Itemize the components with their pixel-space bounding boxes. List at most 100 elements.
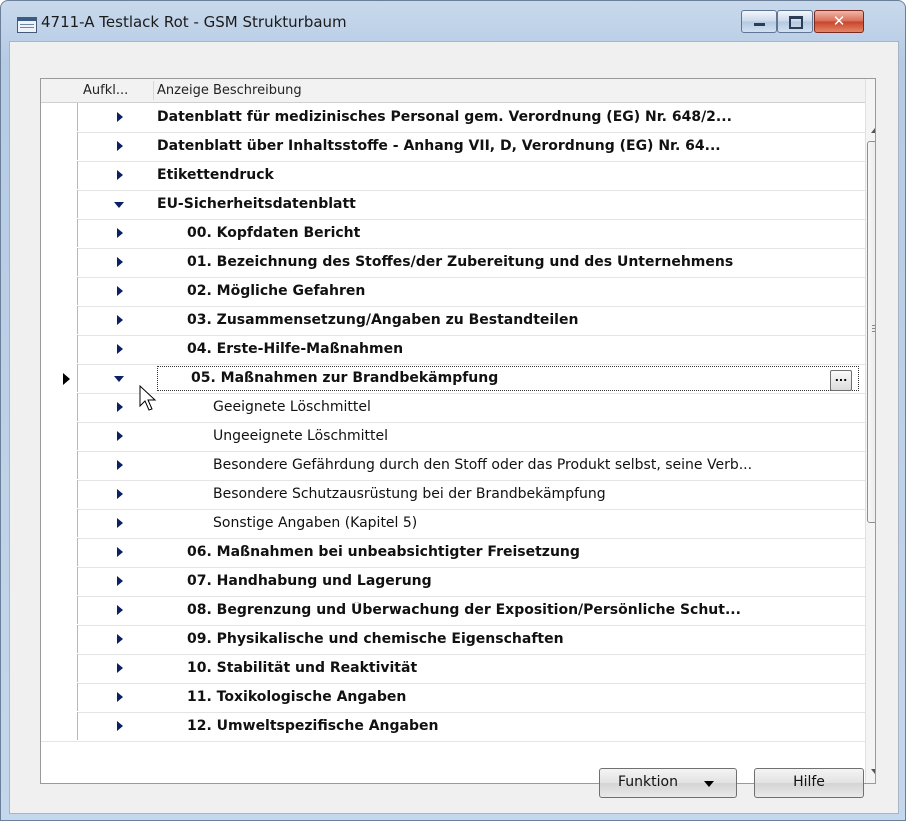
- collapsed-triangle-icon[interactable]: [117, 315, 123, 325]
- collapsed-triangle-icon[interactable]: [117, 634, 123, 644]
- row-selector-cell[interactable]: [41, 538, 78, 566]
- row-selector-cell[interactable]: [41, 480, 78, 508]
- hilfe-button[interactable]: Hilfe: [754, 768, 864, 798]
- app-window: 4711-A Testlack Rot - GSM Strukturbaum ✕…: [0, 0, 906, 821]
- tree-row[interactable]: 06. Maßnahmen bei unbeabsichtigter Freis…: [41, 538, 865, 568]
- collapsed-triangle-icon[interactable]: [117, 547, 123, 557]
- column-header-description[interactable]: Anzeige Beschreibung: [157, 83, 302, 98]
- title-bar[interactable]: 4711-A Testlack Rot - GSM Strukturbaum ✕: [1, 1, 905, 41]
- grip-line: [872, 328, 875, 329]
- tree-row[interactable]: 09. Physikalische und chemische Eigensch…: [41, 625, 865, 655]
- row-description: Geeignete Löschmittel: [213, 399, 371, 415]
- collapsed-triangle-icon[interactable]: [117, 141, 123, 151]
- collapsed-triangle-icon[interactable]: [117, 692, 123, 702]
- column-divider[interactable]: [153, 81, 154, 100]
- collapsed-triangle-icon[interactable]: [117, 489, 123, 499]
- row-selector-cell[interactable]: [41, 219, 78, 247]
- tree-row[interactable]: 04. Erste-Hilfe-Maßnahmen: [41, 335, 865, 365]
- row-description: 04. Erste-Hilfe-Maßnahmen: [187, 341, 404, 357]
- row-selector-cell[interactable]: [41, 306, 78, 334]
- minimize-icon: [754, 23, 765, 26]
- row-selector-cell[interactable]: [41, 103, 78, 131]
- collapsed-triangle-icon[interactable]: [117, 605, 123, 615]
- structure-tree-grid[interactable]: Aufkl... Anzeige Beschreibung Datenblatt…: [40, 78, 876, 784]
- row-selector-cell[interactable]: [41, 625, 78, 653]
- row-selector-cell[interactable]: [41, 277, 78, 305]
- row-description: 09. Physikalische und chemische Eigensch…: [187, 631, 564, 647]
- expanded-triangle-icon[interactable]: [114, 376, 124, 382]
- row-description: Besondere Schutzausrüstung bei der Brand…: [213, 486, 606, 502]
- scrollbar-thumb[interactable]: [867, 141, 875, 523]
- row-description: 06. Maßnahmen bei unbeabsichtigter Freis…: [187, 544, 580, 560]
- row-selector-cell[interactable]: [41, 451, 78, 479]
- close-button[interactable]: ✕: [814, 10, 864, 33]
- collapsed-triangle-icon[interactable]: [117, 721, 123, 731]
- row-selector-cell[interactable]: [41, 335, 78, 363]
- tree-row[interactable]: 11. Toxikologische Angaben: [41, 683, 865, 713]
- tree-row[interactable]: ... 05. Maßnahmen zur Brandbekämpfung: [41, 364, 865, 394]
- collapsed-triangle-icon[interactable]: [117, 170, 123, 180]
- scroll-up-arrow-icon[interactable]: [871, 128, 875, 133]
- expanded-triangle-icon[interactable]: [114, 202, 124, 208]
- row-selector-cell[interactable]: [41, 654, 78, 682]
- funktion-button-label: Funktion: [618, 774, 678, 790]
- collapsed-triangle-icon[interactable]: [117, 257, 123, 267]
- tree-row[interactable]: Besondere Schutzausrüstung bei der Brand…: [41, 480, 865, 510]
- collapsed-triangle-icon[interactable]: [117, 344, 123, 354]
- collapsed-triangle-icon[interactable]: [117, 112, 123, 122]
- row-selector-cell[interactable]: [41, 393, 78, 421]
- content-panel: Aufkl... Anzeige Beschreibung Datenblatt…: [9, 41, 899, 814]
- tree-row[interactable]: Datenblatt über Inhaltsstoffe - Anhang V…: [41, 132, 865, 162]
- collapsed-triangle-icon[interactable]: [117, 663, 123, 673]
- column-header-expand[interactable]: Aufkl...: [83, 83, 128, 98]
- row-description: 10. Stabilität und Reaktivität: [187, 660, 418, 676]
- row-selector-cell[interactable]: [41, 364, 78, 392]
- row-selector-cell[interactable]: [41, 248, 78, 276]
- scroll-down-arrow-icon[interactable]: [871, 769, 875, 774]
- dropdown-arrow-icon: [704, 781, 714, 787]
- maximize-button[interactable]: [777, 10, 813, 33]
- grip-line: [872, 331, 875, 332]
- tree-row[interactable]: Datenblatt für medizinisches Personal ge…: [41, 103, 865, 133]
- minimize-button[interactable]: [741, 10, 777, 33]
- tree-row[interactable]: 02. Mögliche Gefahren: [41, 277, 865, 307]
- vertical-scrollbar[interactable]: [865, 79, 875, 783]
- tree-row[interactable]: 00. Kopfdaten Bericht: [41, 219, 865, 249]
- row-selector-cell[interactable]: [41, 161, 78, 189]
- tree-row[interactable]: 01. Bezeichnung des Stoffes/der Zubereit…: [41, 248, 865, 278]
- tree-row[interactable]: 08. Begrenzung und Überwachung der Expos…: [41, 596, 865, 626]
- tree-row[interactable]: 07. Handhabung und Lagerung: [41, 567, 865, 597]
- row-description: 11. Toxikologische Angaben: [187, 689, 407, 705]
- tree-row[interactable]: 12. Umweltspezifische Angaben: [41, 712, 865, 742]
- tree-row[interactable]: EU-Sicherheitsdatenblatt: [41, 190, 865, 220]
- row-selector-cell[interactable]: [41, 190, 78, 218]
- collapsed-triangle-icon[interactable]: [117, 431, 123, 441]
- funktion-dropdown-button[interactable]: Funktion: [599, 768, 737, 798]
- collapsed-triangle-icon[interactable]: [117, 402, 123, 412]
- tree-row[interactable]: Etikettendruck: [41, 161, 865, 191]
- collapsed-triangle-icon[interactable]: [117, 518, 123, 528]
- row-selector-cell[interactable]: [41, 422, 78, 450]
- row-selector-cell[interactable]: [41, 683, 78, 711]
- current-row-indicator-icon: [63, 373, 70, 385]
- collapsed-triangle-icon[interactable]: [117, 228, 123, 238]
- row-selector-cell[interactable]: [41, 509, 78, 537]
- row-selector-cell[interactable]: [41, 567, 78, 595]
- row-selector-cell[interactable]: [41, 596, 78, 624]
- ellipsis-button[interactable]: ...: [830, 370, 852, 391]
- row-description: Datenblatt über Inhaltsstoffe - Anhang V…: [157, 138, 721, 154]
- tree-row[interactable]: Sonstige Angaben (Kapitel 5): [41, 509, 865, 539]
- tree-row[interactable]: Ungeeignete Löschmittel: [41, 422, 865, 452]
- collapsed-triangle-icon[interactable]: [117, 576, 123, 586]
- row-selector-cell[interactable]: [41, 132, 78, 160]
- mouse-pointer-icon: [139, 385, 157, 411]
- row-description: Ungeeignete Löschmittel: [213, 428, 389, 444]
- tree-row[interactable]: 03. Zusammensetzung/Angaben zu Bestandte…: [41, 306, 865, 336]
- row-selector-cell[interactable]: [41, 712, 78, 740]
- row-description: 12. Umweltspezifische Angaben: [187, 718, 439, 734]
- collapsed-triangle-icon[interactable]: [117, 286, 123, 296]
- collapsed-triangle-icon[interactable]: [117, 460, 123, 470]
- tree-row[interactable]: Besondere Gefährdung durch den Stoff ode…: [41, 451, 865, 481]
- tree-row[interactable]: Geeignete Löschmittel: [41, 393, 865, 423]
- tree-row[interactable]: 10. Stabilität und Reaktivität: [41, 654, 865, 684]
